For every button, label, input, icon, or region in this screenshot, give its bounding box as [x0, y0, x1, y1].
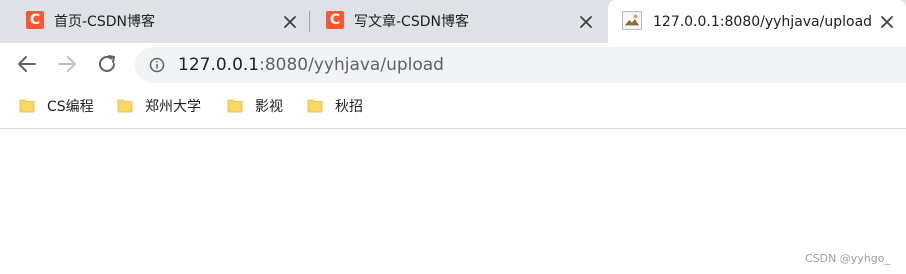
- bookmark-folder-recruit[interactable]: 秋招: [307, 96, 363, 116]
- bookmark-folder-cs[interactable]: CS编程: [19, 96, 94, 116]
- bookmark-label: 影视: [255, 99, 283, 115]
- folder-icon: [227, 99, 243, 113]
- broken-image-icon: [622, 11, 642, 30]
- tab-upload-active[interactable]: 127.0.0.1:8080/yyhjava/upload: [608, 0, 906, 43]
- tab-title: 127.0.0.1:8080/yyhjava/upload: [653, 14, 873, 30]
- browser-toolbar: 127.0.0.1:8080/yyhjava/upload: [0, 43, 906, 87]
- bookmark-label: 郑州大学: [145, 99, 201, 115]
- folder-icon: [19, 99, 35, 113]
- csdn-logo-icon: C: [326, 11, 344, 29]
- tab-title: 首页-CSDN博客: [54, 14, 155, 30]
- folder-icon: [307, 99, 323, 113]
- url-text[interactable]: 127.0.0.1:8080/yyhjava/upload: [178, 55, 444, 75]
- reload-icon[interactable]: [95, 52, 119, 76]
- bookmark-folder-zzu[interactable]: 郑州大学: [117, 96, 201, 116]
- tab-title: 写文章-CSDN博客: [354, 14, 469, 30]
- close-icon[interactable]: [282, 14, 298, 30]
- bookmark-folder-video[interactable]: 影视: [227, 96, 283, 116]
- address-bar[interactable]: 127.0.0.1:8080/yyhjava/upload: [135, 47, 906, 83]
- forward-arrow-icon[interactable]: [55, 52, 79, 76]
- info-icon[interactable]: [149, 57, 165, 73]
- close-icon[interactable]: [578, 14, 594, 30]
- tab-strip: C 首页-CSDN博客 C 写文章-CSDN博客 127.0.0.1:8080/…: [0, 0, 906, 43]
- watermark: CSDN @yyhgo_: [804, 252, 890, 265]
- tab-csdn-home[interactable]: C 首页-CSDN博客: [10, 0, 308, 43]
- back-arrow-icon[interactable]: [15, 52, 39, 76]
- tab-csdn-write[interactable]: C 写文章-CSDN博客: [310, 0, 606, 43]
- bookmarks-bar: CS编程 郑州大学 影视 秋招: [0, 87, 906, 129]
- url-path: :8080/yyhjava/upload: [259, 55, 444, 75]
- bookmark-label: 秋招: [335, 99, 363, 115]
- url-host: 127.0.0.1: [178, 55, 260, 75]
- bookmark-label: CS编程: [47, 99, 94, 115]
- close-icon[interactable]: [879, 14, 895, 30]
- csdn-logo-icon: C: [26, 11, 44, 29]
- folder-icon: [117, 99, 133, 113]
